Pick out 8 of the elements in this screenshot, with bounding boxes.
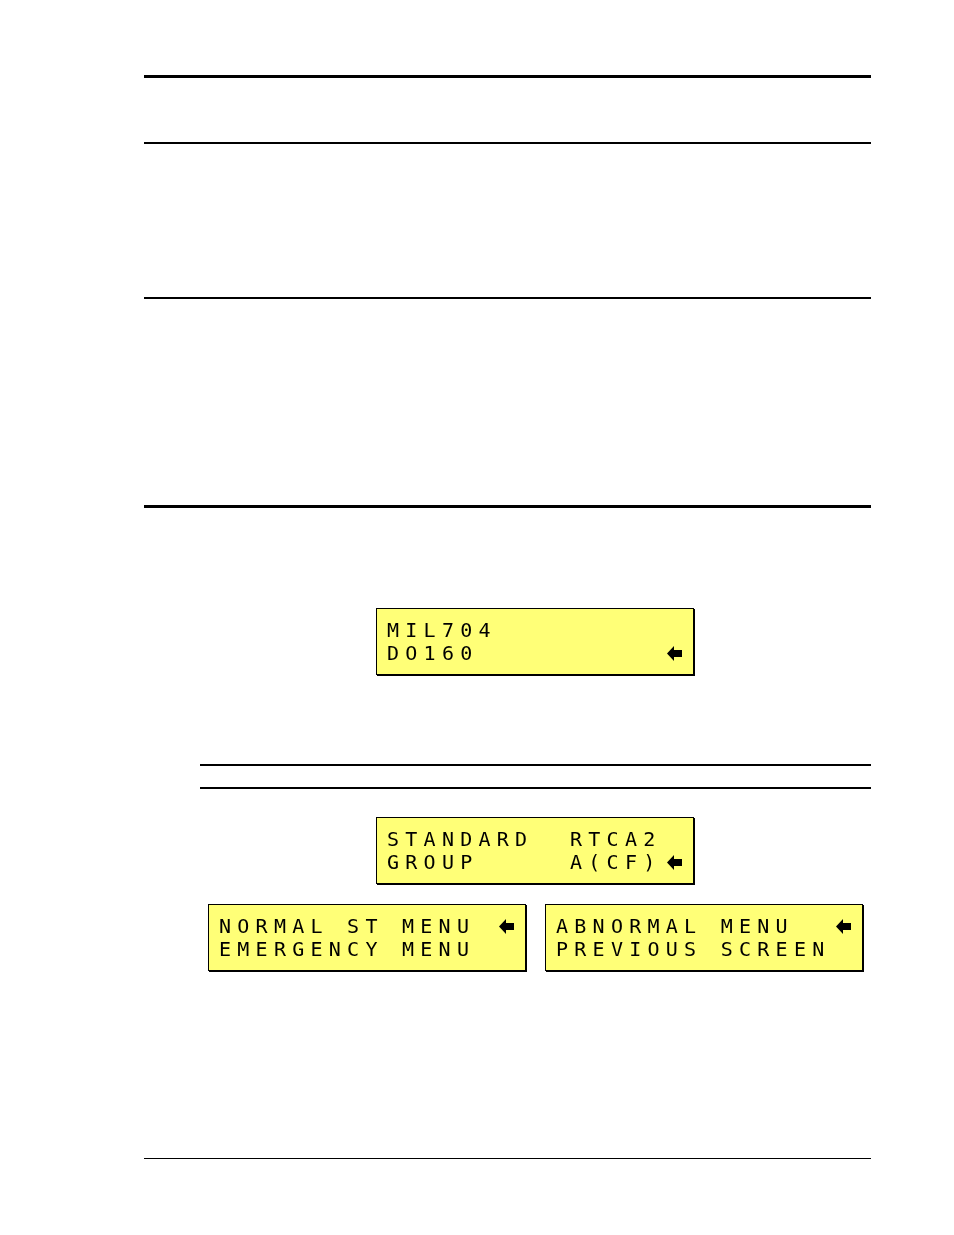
- display-line: GROUP A(CF): [387, 851, 662, 874]
- display-line: EMERGENCY MENU: [219, 938, 476, 961]
- display-line: STANDARD RTCA2: [387, 828, 662, 851]
- display-line: ABNORMAL MENU: [556, 915, 794, 938]
- display-line: MIL704: [387, 619, 497, 642]
- display-line: DO160: [387, 642, 479, 665]
- display-line: PREVIOUS SCREEN: [556, 938, 831, 961]
- display-line: NORMAL ST MENU: [219, 915, 476, 938]
